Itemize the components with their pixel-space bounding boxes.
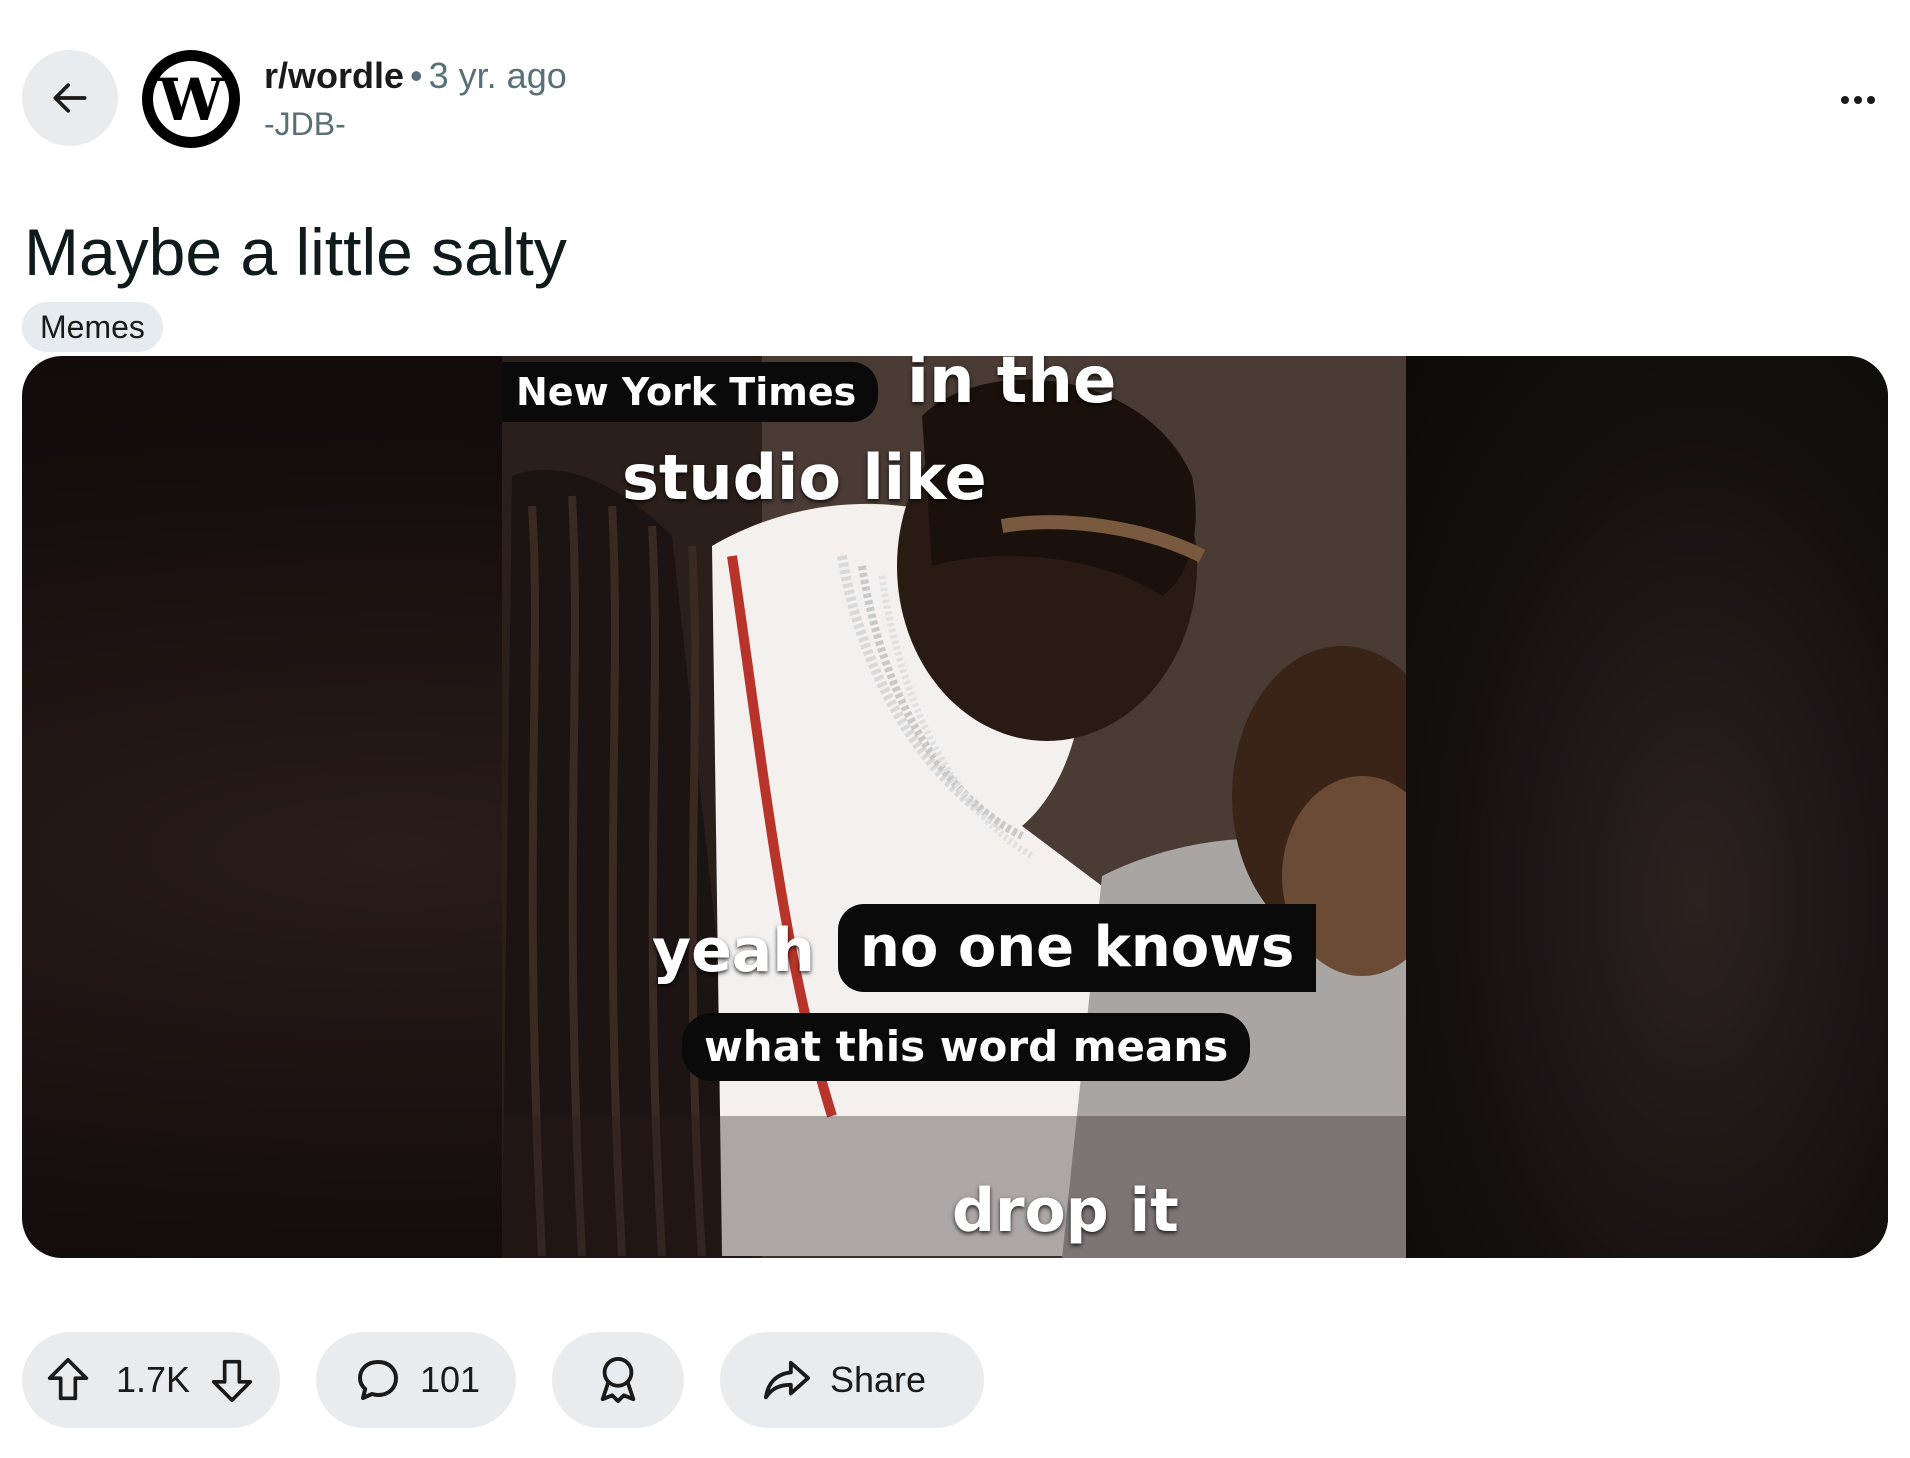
- back-button[interactable]: [22, 50, 118, 146]
- award-button[interactable]: [552, 1332, 684, 1428]
- award-ribbon-icon: [600, 1357, 636, 1403]
- post-media[interactable]: New York Times in the studio like yeah n…: [22, 356, 1888, 1258]
- arrow-left-icon: [53, 83, 87, 113]
- subreddit-link[interactable]: r/wordle: [264, 55, 404, 96]
- more-options-button[interactable]: [1828, 70, 1888, 130]
- upvote-arrow-icon: [47, 1358, 89, 1401]
- downvote-button[interactable]: [208, 1356, 256, 1404]
- caption-new-york-times: New York Times: [502, 362, 879, 422]
- subreddit-avatar[interactable]: W: [142, 50, 240, 148]
- caption-drop-it: drop it: [952, 1176, 1179, 1246]
- upvote-button[interactable]: [44, 1356, 92, 1404]
- comment-bubble-icon: [358, 1360, 398, 1400]
- vote-control: 1.7K: [22, 1332, 280, 1428]
- comments-button[interactable]: 101: [316, 1332, 516, 1428]
- share-icon-wrap: [762, 1357, 812, 1403]
- caption-in-the: in the: [907, 356, 1117, 418]
- downvote-arrow-icon: [211, 1359, 253, 1402]
- comment-icon-wrap: [354, 1356, 402, 1404]
- media-blur-background: [1408, 356, 1888, 1258]
- caption-no-one-knows: no one knows: [838, 904, 1317, 992]
- post-time: 3 yr. ago: [428, 55, 567, 96]
- author-link[interactable]: -JDB-: [264, 104, 346, 144]
- comment-count: 101: [420, 1359, 481, 1400]
- caption-what-this-word-means: what this word means: [682, 1013, 1251, 1081]
- post-title: Maybe a little salty: [24, 215, 567, 290]
- caption-yeah: yeah: [652, 916, 816, 986]
- meme-image[interactable]: New York Times in the studio like yeah n…: [502, 356, 1406, 1258]
- meta-separator: •: [410, 55, 423, 96]
- caption-studio-like: studio like: [622, 441, 987, 514]
- share-button[interactable]: Share: [720, 1332, 984, 1428]
- more-dot: [1841, 96, 1849, 104]
- more-dot: [1854, 96, 1862, 104]
- post-meta: r/wordle • 3 yr. ago: [264, 54, 567, 98]
- post-flair[interactable]: Memes: [22, 302, 163, 352]
- more-dot: [1867, 96, 1875, 104]
- upvote-count: 1.7K: [116, 1359, 191, 1400]
- avatar-letter: W: [158, 66, 224, 134]
- share-label: Share: [830, 1359, 927, 1400]
- post-header: W r/wordle • 3 yr. ago -JDB-: [22, 50, 1888, 148]
- share-arrow-icon: [764, 1360, 810, 1400]
